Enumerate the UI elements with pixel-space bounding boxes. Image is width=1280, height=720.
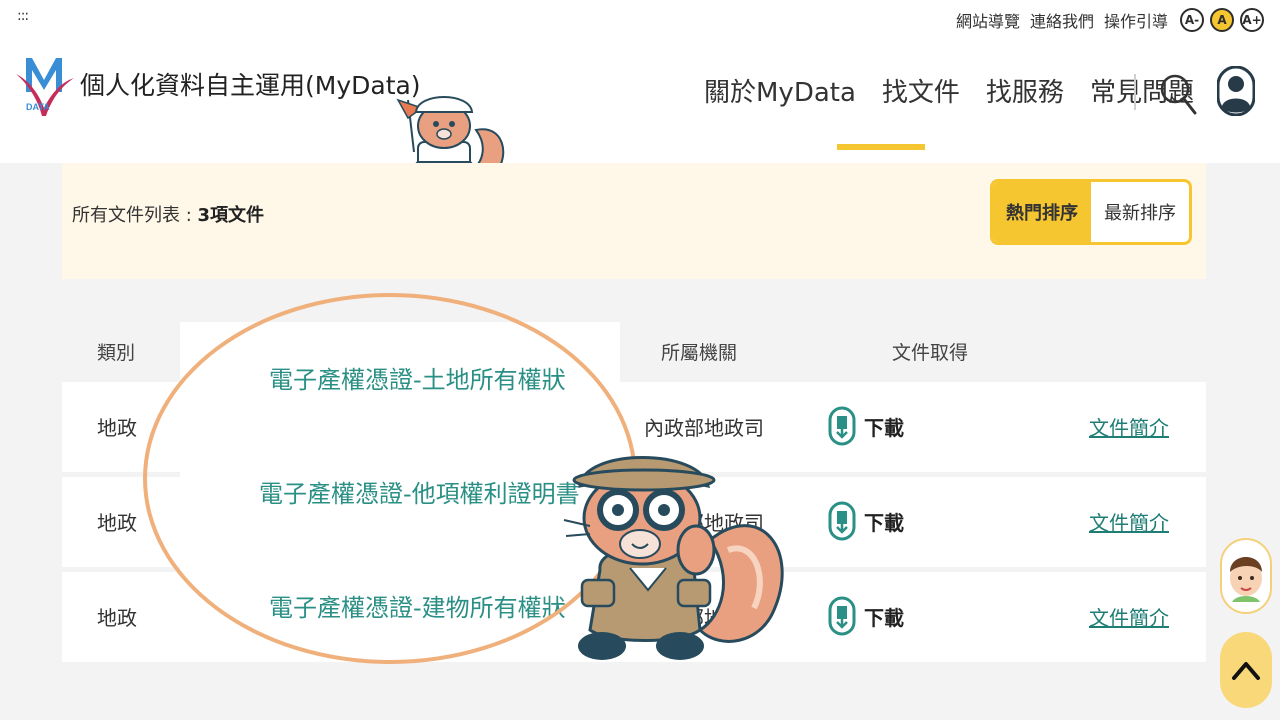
sitemap-link[interactable]: 網站導覽: [956, 8, 1020, 32]
font-large-button[interactable]: A+: [1240, 8, 1264, 32]
mascot-detective-squirrel: [563, 456, 784, 660]
font-small-button[interactable]: A-: [1180, 8, 1204, 32]
sort-newest-button[interactable]: 最新排序: [1091, 182, 1189, 242]
row-agency: 內政部地政司: [644, 416, 764, 440]
font-size-controls: A- A A+: [1180, 8, 1264, 32]
mydata-logo[interactable]: DATA: [14, 52, 76, 118]
row-category: 地政: [97, 416, 137, 440]
document-download-icon: [828, 501, 856, 541]
column-header-category: 類別: [97, 342, 136, 364]
site-title[interactable]: 個人化資料自主運用(MyData): [80, 66, 421, 102]
sort-popular-button[interactable]: 熱門排序: [993, 182, 1091, 242]
nav-find-services[interactable]: 找服務: [986, 72, 1064, 109]
logo-text: DATA: [26, 102, 50, 112]
guide-link[interactable]: 操作引導: [1104, 8, 1168, 32]
utility-nav: 網站導覽 連絡我們 操作引導 A- A A+: [956, 4, 1264, 36]
download-button[interactable]: 下載: [828, 596, 904, 636]
document-count-value: 3項文件: [197, 205, 265, 226]
row-category: 地政: [97, 606, 137, 630]
document-download-icon: [828, 596, 856, 636]
document-list-bar: 所有文件列表 : 3項文件 熱門排序 最新排序: [62, 163, 1206, 279]
document-count-label: 所有文件列表 :: [72, 205, 198, 226]
customer-service-avatar[interactable]: [1220, 538, 1272, 614]
download-button[interactable]: 下載: [828, 501, 904, 541]
document-download-icon: [828, 406, 856, 446]
accesskey-marker[interactable]: :::: [17, 8, 29, 24]
font-medium-button[interactable]: A: [1210, 8, 1234, 32]
nav-find-documents[interactable]: 找文件: [882, 72, 960, 109]
download-label: 下載: [864, 605, 904, 630]
download-label: 下載: [864, 510, 904, 535]
row-category: 地政: [97, 511, 137, 535]
nav-about[interactable]: 關於MyData: [704, 72, 856, 109]
site-header: ::: 網站導覽 連絡我們 操作引導 A- A A+ DATA 個人化資料自主運…: [0, 0, 1280, 163]
document-intro-link[interactable]: 文件簡介: [1089, 602, 1169, 631]
column-header-agency: 所屬機關: [661, 342, 738, 364]
active-nav-indicator: [837, 144, 925, 150]
sort-toggle: 熱門排序 最新排序: [990, 179, 1192, 245]
chevron-up-icon: [1232, 662, 1260, 680]
back-to-top-button[interactable]: [1220, 632, 1272, 708]
download-button[interactable]: 下載: [828, 406, 904, 446]
document-count: 所有文件列表 : 3項文件: [72, 201, 264, 227]
download-label: 下載: [864, 415, 904, 440]
main-nav: 關於MyData 找文件 找服務 常見問題: [704, 72, 1220, 109]
column-header-download: 文件取得: [892, 342, 969, 364]
user-icon[interactable]: [1217, 66, 1255, 116]
document-intro-link[interactable]: 文件簡介: [1089, 507, 1169, 536]
contact-link[interactable]: 連絡我們: [1030, 8, 1094, 32]
nav-divider: [1134, 74, 1136, 110]
search-icon[interactable]: [1158, 70, 1198, 116]
document-intro-link[interactable]: 文件簡介: [1089, 412, 1169, 441]
